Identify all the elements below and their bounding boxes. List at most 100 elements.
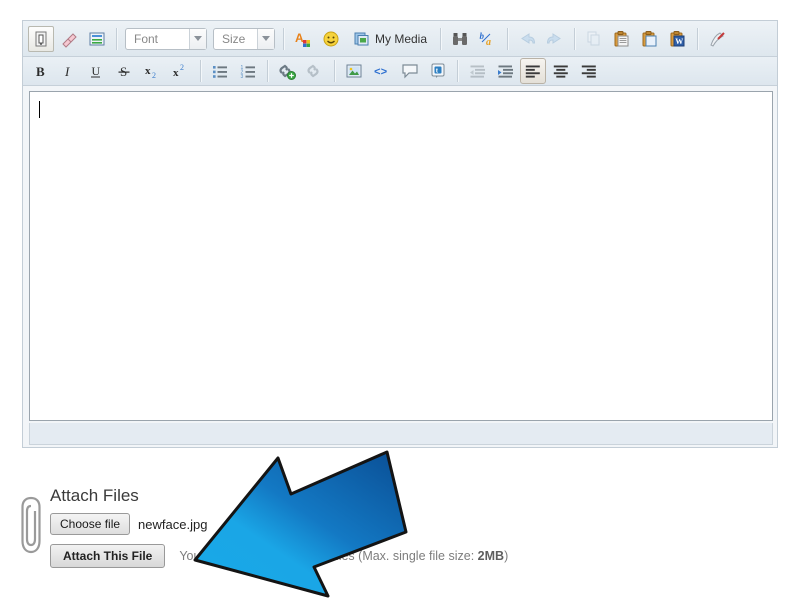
font-family-select[interactable]: Font [125,27,207,50]
eraser-icon [60,30,78,48]
strikethrough-button[interactable]: S [112,58,138,84]
text-color-icon[interactable]: A [290,26,316,52]
paste-text-icon[interactable] [637,26,663,52]
svg-text:a: a [486,37,491,48]
file-chooser-row: Choose file newface.jpg [50,513,780,535]
textcolor-icon: A [294,30,312,48]
insert-tweet-icon[interactable]: t [425,58,451,84]
font-size-select-value: Size [222,31,246,46]
align-right-icon [580,62,598,80]
svg-text:<>: <> [374,67,388,79]
paste-word-icon[interactable]: W [665,26,691,52]
toolbar-separator [574,27,576,50]
template-icon [88,30,106,48]
align-left-icon [524,62,542,80]
chevron-down-icon[interactable] [257,28,274,49]
toolbar-separator [334,60,335,82]
bullet-list-button[interactable] [207,58,233,84]
selected-file-name: newface.jpg [138,516,208,532]
align-center-button[interactable] [548,58,574,84]
redo-icon [546,30,564,48]
svg-text:A: A [295,31,304,45]
bold-icon: B [32,62,50,80]
toolbar-separator [267,60,268,82]
svg-text:3: 3 [241,74,244,80]
svg-text:x: x [173,67,179,79]
outdent-button[interactable] [464,58,490,84]
align-left-button[interactable] [520,58,546,84]
chevron-down-icon[interactable] [189,28,206,49]
paste-text-icon [641,30,659,48]
copy-icon[interactable] [581,26,607,52]
toolbar-separator [116,27,117,50]
align-right-button[interactable] [576,58,602,84]
superscript-button[interactable]: x2 [168,58,194,84]
paperclip-icon [20,494,42,561]
italic-button[interactable]: I [56,58,82,84]
remove-format-icon[interactable] [56,26,82,52]
emoticon-icon[interactable] [318,26,344,52]
indent-button[interactable] [492,58,518,84]
indent-icon [496,62,514,80]
find-replace-icon[interactable] [447,26,473,52]
ol-icon: 123 [239,62,257,80]
editor-toolbar-row-1: Font Size A My Media b a W [23,21,777,57]
font-size-select[interactable]: Size [213,27,275,50]
redo-icon[interactable] [542,26,568,52]
editor-toolbar-row-2: BIUSx2x2123<>t [23,57,777,86]
tweet-icon: t [429,62,447,80]
paste-word-icon: W [669,30,687,48]
media-icon [353,30,371,48]
choose-file-button[interactable]: Choose file [50,513,131,535]
align-center-icon [552,62,570,80]
link-add-icon [278,62,296,80]
svg-text:b: b [480,31,485,41]
svg-text:B: B [36,64,45,79]
code-icon: <> [373,62,391,80]
svg-text:W: W [675,37,683,46]
underline-icon: U [88,62,106,80]
insert-quote-icon[interactable] [397,58,423,84]
source-toggle-icon[interactable] [28,25,54,52]
editor-content-area[interactable] [29,91,773,421]
clean-formatting-icon[interactable] [704,26,730,52]
toolbar-separator [440,27,442,50]
svg-text:I: I [64,64,70,79]
attach-this-file-button[interactable]: Attach This File [50,544,166,568]
toolbar-separator [283,27,284,50]
undo-icon [518,30,536,48]
toolbar-separator [200,60,201,82]
rich-text-editor: FontSizeAMy MediabaW BIUSx2x2123<>t [22,20,778,448]
undo-icon[interactable] [514,26,540,52]
spellcheck-icon[interactable]: ba [475,26,501,52]
insert-link-icon[interactable] [274,58,300,84]
paste-icon[interactable] [609,26,635,52]
attach-note-suffix: ) [504,549,509,563]
font-family-select-value: Font [134,31,159,46]
svg-text:2: 2 [180,63,184,72]
my-media-button-label: My Media [375,31,428,46]
svg-text:U: U [92,64,101,78]
underline-button[interactable]: U [84,58,110,84]
italic-icon: I [60,62,78,80]
quote-icon [401,62,419,80]
my-media-button[interactable]: My Media [346,26,434,52]
templates-icon[interactable] [84,26,110,52]
unlink-icon [306,62,324,80]
screen-root: FontSizeAMy MediabaW BIUSx2x2123<>t Atta… [0,0,800,600]
text-caret [39,101,40,118]
attach-files-title: Attach Files [50,486,139,505]
toolbar-separator [697,27,699,50]
binocular-icon [451,30,469,48]
subscript-button[interactable]: x2 [140,58,166,84]
numbered-list-button[interactable]: 123 [235,58,261,84]
ul-icon [211,62,229,80]
unlink-icon[interactable] [302,58,328,84]
insert-code-icon[interactable]: <> [369,58,395,84]
attach-files-section: Attach Files Choose file newface.jpg Att… [20,486,780,577]
superscript-icon: x2 [172,62,190,80]
smiley-icon [322,30,340,48]
bold-button[interactable]: B [28,58,54,84]
insert-image-icon[interactable] [341,58,367,84]
subscript-icon: x2 [144,62,162,80]
